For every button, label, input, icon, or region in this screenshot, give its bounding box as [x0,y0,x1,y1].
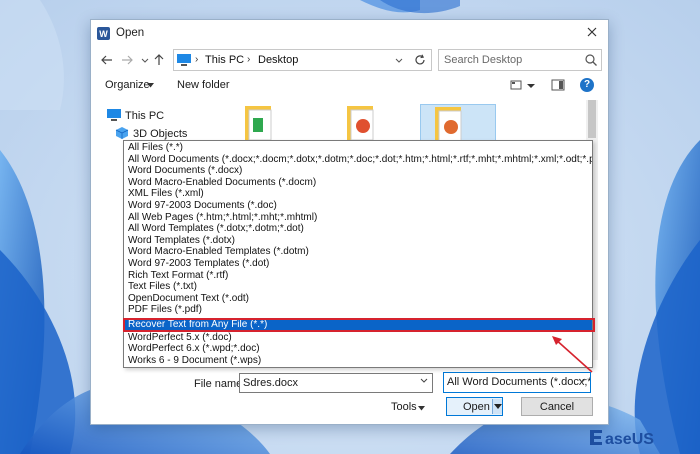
file-type-option[interactable]: Text Files (*.txt) [125,281,592,293]
file-name-label: File name: [194,378,246,390]
caret-down-icon [418,406,425,411]
svg-text:W: W [99,29,108,39]
open-button-label: Open [463,401,490,413]
breadcrumb-separator: › [195,54,199,65]
refresh-icon[interactable] [413,53,427,67]
file-type-option[interactable]: Word Documents (*.docx) [125,165,592,177]
file-type-option[interactable]: Word Macro-Enabled Templates (*.dotm) [125,246,592,258]
open-split-dropdown[interactable] [492,399,502,414]
tools-button[interactable]: Tools [391,401,417,413]
search-icon[interactable] [584,53,598,67]
annotation-highlight-box [123,318,595,332]
back-arrow-icon[interactable] [99,52,115,68]
search-input[interactable]: Search Desktop [438,49,602,71]
file-type-option[interactable]: All Web Pages (*.htm;*.html;*.mht;*.mhtm… [125,212,592,224]
cancel-button[interactable]: Cancel [521,397,593,416]
breadcrumb-separator: › [247,54,251,65]
up-arrow-icon[interactable] [151,52,167,68]
file-type-option[interactable]: WordPerfect 6.x (*.wpd;*.doc) [125,343,592,355]
breadcrumb-this-pc[interactable]: This PC [205,54,244,66]
file-type-dropdown-list: All Files (*.*) All Word Documents (*.do… [123,140,593,368]
computer-icon [107,109,121,121]
breadcrumb-desktop[interactable]: Desktop [258,54,298,66]
file-type-option[interactable]: All Files (*.*) [125,142,592,154]
scrollbar-thumb[interactable] [588,100,596,138]
svg-text:aseUS: aseUS [605,431,654,448]
file-type-option[interactable]: Word Macro-Enabled Documents (*.docm) [125,177,592,189]
file-type-option[interactable]: Word 97-2003 Documents (*.doc) [125,200,592,212]
close-icon[interactable] [585,25,599,39]
easeus-logo: aseUS [588,424,686,450]
dialog-title: Open [116,27,145,39]
open-button[interactable]: Open [446,397,503,416]
file-type-option[interactable]: XML Files (*.xml) [125,188,592,200]
file-type-option[interactable]: Word 97-2003 Templates (*.dot) [125,258,592,270]
file-name-input[interactable]: Sdres.docx [239,373,433,393]
file-type-option[interactable]: All Word Templates (*.dotx;*.dotm;*.dot) [125,223,592,235]
computer-icon [177,54,191,66]
file-type-option[interactable]: WordPerfect 5.x (*.doc) [125,332,592,344]
navigation-row: › This PC › Desktop Search Desktop [91,48,608,74]
file-type-option[interactable]: Works 6 - 9 Document (*.wps) [125,355,592,367]
preview-pane-icon[interactable] [551,78,565,92]
chevron-down-icon[interactable] [420,378,428,384]
address-bar[interactable]: › This PC › Desktop [173,49,432,71]
tree-item-label: 3D Objects [133,128,188,140]
file-type-option[interactable]: OpenDocument Text (*.odt) [125,293,592,305]
new-folder-button[interactable]: New folder [177,79,230,91]
command-bar: Organize New folder ? [91,74,608,98]
help-icon[interactable]: ? [580,78,594,92]
view-options-icon[interactable] [510,78,524,92]
chevron-down-icon[interactable] [137,52,149,68]
forward-arrow-icon[interactable] [119,52,135,68]
organize-button[interactable]: Organize [105,79,150,91]
file-type-option[interactable]: All Word Documents (*.docx;*.docm;*.dotx… [125,154,592,166]
file-type-option[interactable]: Rich Text Format (*.rtf) [125,270,592,282]
cube-icon [115,127,129,139]
chevron-down-icon[interactable] [393,53,405,67]
annotation-arrow-icon [540,326,600,376]
caret-down-icon [494,404,502,409]
tree-item-label: This PC [125,110,165,122]
file-type-option[interactable]: Word Templates (*.dotx) [125,235,592,247]
chevron-down-icon[interactable] [578,378,586,384]
word-icon: W [97,27,110,40]
caret-down-icon [147,83,154,88]
title-bar: W Open [91,20,608,48]
caret-down-icon[interactable] [527,78,535,92]
file-type-option[interactable]: PDF Files (*.pdf) [125,304,592,316]
